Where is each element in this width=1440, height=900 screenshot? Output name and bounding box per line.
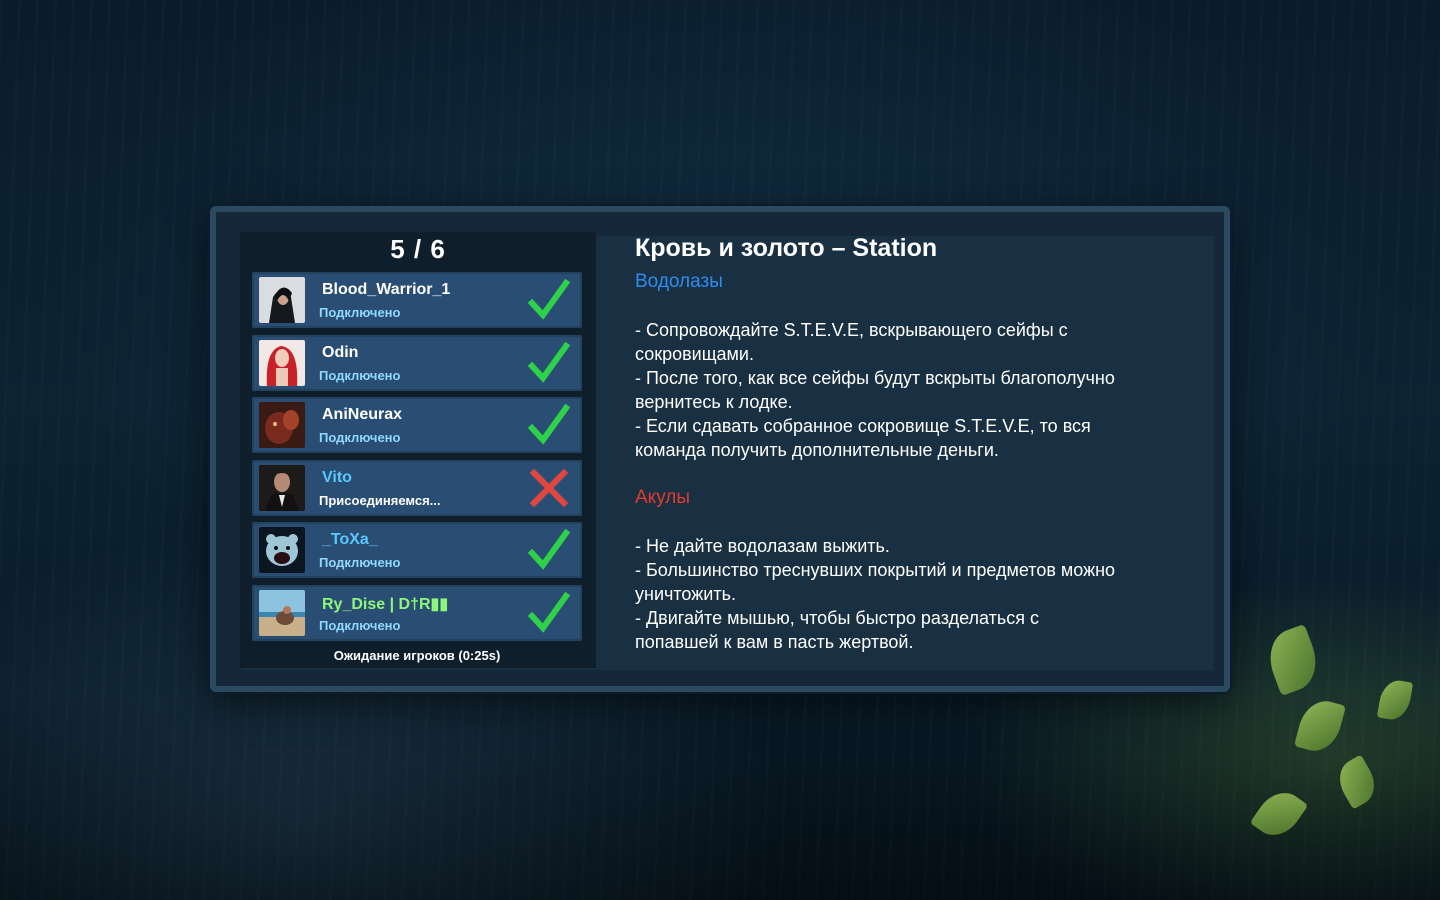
player-row[interactable]: AniNeurax Подключено bbox=[252, 397, 582, 453]
background-floor bbox=[0, 690, 1440, 900]
sharks-team-label: Акулы bbox=[635, 487, 691, 508]
player-list: Blood_Warrior_1 Подключено Odin Подключе… bbox=[252, 272, 582, 647]
player-name: Vito bbox=[322, 468, 352, 486]
rule-line: команда получить дополнительные деньги. bbox=[635, 440, 999, 460]
ready-check-icon bbox=[528, 591, 570, 633]
ready-check-icon bbox=[528, 279, 570, 320]
map-title: Кровь и золото – Station bbox=[635, 234, 938, 262]
player-row[interactable]: Vito Присоединяемся... bbox=[252, 459, 582, 516]
rule-line: уничтожить. bbox=[635, 584, 736, 604]
player-counter: 5 / 6 bbox=[390, 234, 446, 264]
map-info: Кровь и золото – Station Водолазы - Сопр… bbox=[635, 232, 1210, 654]
divers-team-label: Водолазы bbox=[635, 271, 723, 292]
player-name: AniNeurax bbox=[322, 406, 403, 423]
rule-line: попавшей к вам в пасть жертвой. bbox=[635, 632, 914, 652]
divers-rules: - Сопровождайте S.T.E.V.E, вскрывающего … bbox=[635, 318, 1210, 462]
player-name: Blood_Warrior_1 bbox=[322, 281, 451, 298]
player-avatar bbox=[259, 464, 305, 511]
player-name: _ToXa_ bbox=[322, 531, 378, 548]
player-row[interactable]: Ry_Dise | D†R▮▮ Подключено bbox=[252, 584, 582, 641]
player-row[interactable]: Odin Подключено bbox=[252, 334, 582, 391]
player-name: Ry_Dise | D†R▮▮ bbox=[322, 595, 449, 613]
player-avatar bbox=[259, 277, 305, 323]
player-name: Odin bbox=[322, 343, 359, 361]
ready-check-icon bbox=[528, 529, 570, 570]
rule-line: - Не дайте водолазам выжить. bbox=[635, 536, 890, 556]
player-row[interactable]: Blood_Warrior_1 Подключено bbox=[252, 272, 582, 328]
rule-line: - Большинство треснувших покрытий и пред… bbox=[635, 560, 1116, 580]
ready-check-icon bbox=[528, 341, 570, 383]
player-avatar bbox=[259, 589, 305, 636]
player-status: Подключено bbox=[319, 367, 401, 383]
ready-check-icon bbox=[528, 404, 570, 445]
not-ready-cross-icon bbox=[529, 468, 569, 507]
rule-line: вернитесь к лодке. bbox=[635, 392, 793, 412]
rule-line: - Сопровождайте S.T.E.V.E, вскрывающего … bbox=[635, 320, 1068, 340]
rule-line: сокровищами. bbox=[635, 344, 754, 364]
player-status: Подключено bbox=[319, 555, 401, 570]
player-avatar bbox=[259, 402, 305, 448]
player-avatar bbox=[259, 527, 305, 573]
rule-line: - Если сдавать собранное сокровище S.T.E… bbox=[635, 416, 1091, 436]
player-status: Подключено bbox=[319, 617, 401, 633]
player-status: Подключено bbox=[319, 305, 401, 320]
sharks-rules: - Не дайте водолазам выжить. - Большинст… bbox=[635, 534, 1210, 654]
seaweed-leaf bbox=[1261, 623, 1325, 697]
player-status: Подключено bbox=[319, 430, 401, 445]
waiting-timer: Ожидание игроков (0:25s) bbox=[333, 648, 501, 663]
player-avatar bbox=[259, 339, 305, 386]
player-row[interactable]: _ToXa_ Подключено bbox=[252, 522, 582, 578]
rule-line: - После того, как все сейфы будут вскрыт… bbox=[635, 368, 1115, 388]
player-status: Присоединяемся... bbox=[319, 492, 441, 508]
rule-line: - Двигайте мышью, чтобы быстро разделать… bbox=[635, 608, 1039, 628]
